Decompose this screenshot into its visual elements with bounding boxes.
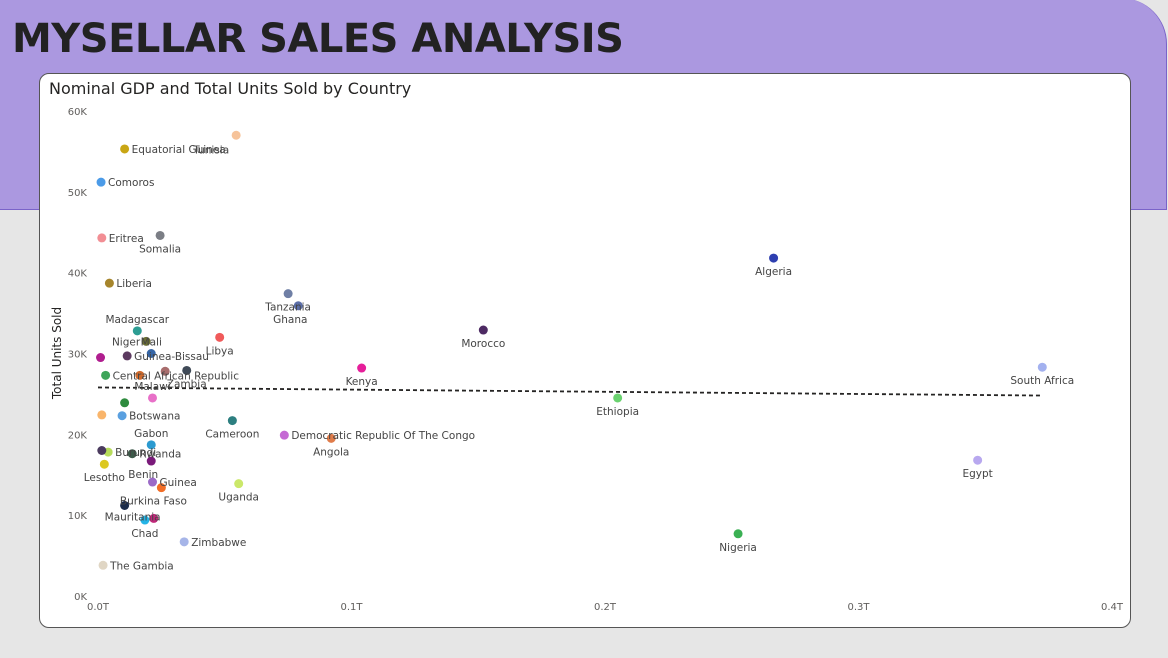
data-label: Botswana bbox=[129, 411, 180, 423]
data-point[interactable] bbox=[104, 278, 114, 288]
data-label: South Africa bbox=[1010, 375, 1074, 387]
data-point[interactable] bbox=[283, 289, 293, 299]
data-label: The Gambia bbox=[109, 560, 174, 572]
data-label: Tunisia bbox=[192, 144, 229, 156]
data-label: Burkina Faso bbox=[120, 496, 187, 508]
data-point[interactable] bbox=[215, 332, 225, 342]
data-point[interactable] bbox=[227, 416, 237, 426]
data-point[interactable] bbox=[117, 411, 127, 421]
data-label: Morocco bbox=[461, 338, 505, 350]
data-point[interactable] bbox=[478, 325, 488, 335]
y-tick-label: 30K bbox=[68, 350, 88, 361]
y-tick-label: 40K bbox=[68, 269, 88, 280]
y-tick-label: 50K bbox=[68, 188, 88, 199]
data-label: Cameroon bbox=[205, 429, 259, 441]
data-label: Libya bbox=[206, 345, 234, 357]
data-point[interactable] bbox=[132, 326, 142, 336]
data-label: Mauritania bbox=[105, 511, 161, 523]
data-point[interactable] bbox=[98, 560, 108, 570]
data-label: Uganda bbox=[218, 492, 259, 504]
x-tick-label: 0.3T bbox=[847, 602, 870, 613]
data-label: Chad bbox=[131, 528, 158, 540]
scatter-chart: Total Units Sold 0K 10K 20K 30K 40K 50K 60K 0.… bbox=[50, 107, 1124, 613]
data-label: Nigeria bbox=[719, 542, 757, 554]
data-point[interactable] bbox=[122, 351, 132, 361]
y-tick-label: 60K bbox=[68, 107, 88, 118]
data-point[interactable] bbox=[769, 253, 779, 263]
data-label: Ghana bbox=[273, 314, 307, 326]
data-label: Lesotho bbox=[84, 472, 125, 484]
x-tick-label: 0.1T bbox=[340, 602, 363, 613]
y-axis-title: Total Units Sold bbox=[50, 307, 64, 400]
data-label: Rwanda bbox=[139, 449, 181, 461]
data-point[interactable] bbox=[97, 446, 107, 455]
data-label: Algeria bbox=[755, 266, 792, 278]
data-point[interactable] bbox=[179, 537, 189, 547]
data-label: Benin bbox=[128, 469, 158, 481]
y-axis-ticks: 0K 10K 20K 30K 40K 50K 60K bbox=[68, 107, 88, 603]
data-label: Somalia bbox=[139, 243, 181, 255]
data-label: Mali bbox=[141, 337, 162, 349]
data-point[interactable] bbox=[101, 370, 111, 380]
trend-line bbox=[97, 386, 1042, 397]
data-label: Zimbabwe bbox=[191, 537, 246, 549]
data-point[interactable] bbox=[96, 353, 106, 363]
y-tick-label: 20K bbox=[68, 430, 88, 441]
y-tick-label: 10K bbox=[68, 511, 88, 522]
x-tick-label: 0.0T bbox=[87, 602, 110, 613]
data-label: Angola bbox=[313, 446, 349, 458]
data-point[interactable] bbox=[155, 230, 165, 240]
data-label: Madagascar bbox=[105, 314, 169, 326]
data-label: Tanzania bbox=[264, 302, 311, 314]
y-tick-label: 0K bbox=[74, 592, 87, 603]
data-label: Niger bbox=[112, 336, 141, 348]
data-label: Democratic Republic Of The Congo bbox=[291, 430, 475, 442]
data-point[interactable] bbox=[613, 393, 623, 403]
x-axis-ticks: 0.0T 0.1T 0.2T 0.3T 0.4T bbox=[87, 602, 1124, 613]
data-label: Comoros bbox=[108, 177, 154, 189]
data-point[interactable] bbox=[231, 130, 241, 140]
data-labels: Equatorial GuineaTunisiaComorosEritreaSo… bbox=[84, 144, 1074, 572]
data-label: Zambia bbox=[167, 378, 207, 390]
data-point[interactable] bbox=[733, 529, 743, 539]
data-label: Malawi bbox=[134, 381, 170, 393]
data-point[interactable] bbox=[1037, 362, 1047, 372]
x-tick-label: 0.2T bbox=[594, 602, 617, 613]
data-point[interactable] bbox=[96, 177, 106, 187]
data-label: Ethiopia bbox=[596, 406, 639, 418]
data-label: Guinea-Bissau bbox=[134, 351, 209, 363]
data-point[interactable] bbox=[120, 144, 130, 154]
data-label: Liberia bbox=[116, 278, 152, 290]
data-point[interactable] bbox=[279, 430, 289, 440]
data-point[interactable] bbox=[148, 393, 158, 403]
data-point[interactable] bbox=[97, 233, 107, 243]
trend-line-group bbox=[97, 386, 1042, 397]
data-label: Gabon bbox=[134, 428, 168, 440]
x-tick-label: 0.4T bbox=[1101, 602, 1124, 613]
data-point[interactable] bbox=[120, 398, 130, 408]
data-label: Egypt bbox=[962, 468, 992, 480]
data-point[interactable] bbox=[973, 455, 983, 465]
data-label: Kenya bbox=[346, 376, 378, 388]
data-point[interactable] bbox=[97, 410, 107, 420]
data-point[interactable] bbox=[357, 363, 367, 373]
data-point[interactable] bbox=[99, 459, 109, 469]
data-label: Guinea bbox=[160, 477, 197, 489]
data-point[interactable] bbox=[234, 479, 244, 489]
data-points bbox=[96, 130, 1047, 570]
